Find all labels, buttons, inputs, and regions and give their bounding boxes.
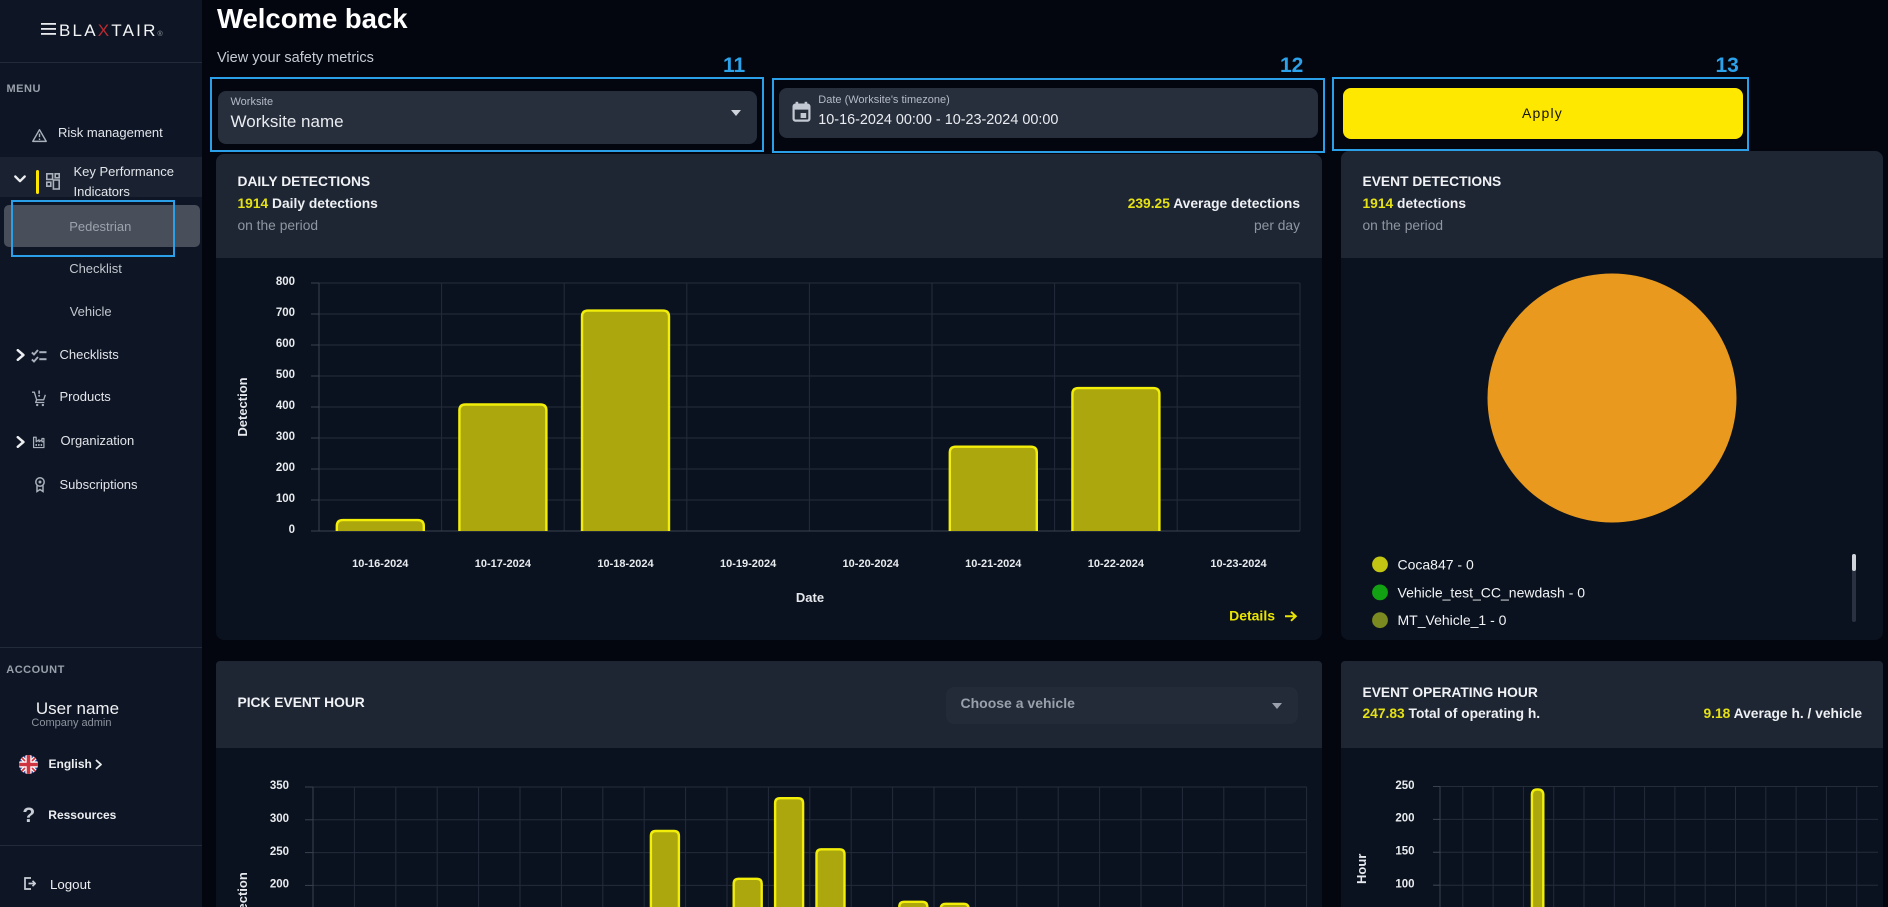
svg-text:200: 200 [270, 879, 289, 891]
svg-text:Vehicle_test_CC_newdash - 0: Vehicle_test_CC_newdash - 0 [1398, 584, 1586, 600]
svg-text:MT_Vehicle_1 - 0: MT_Vehicle_1 - 0 [1398, 612, 1507, 628]
svg-text:300: 300 [270, 813, 289, 825]
svg-text:700: 700 [276, 307, 295, 319]
svg-text:10-21-2024: 10-21-2024 [965, 558, 1022, 570]
svg-text:Hour: Hour [1354, 854, 1369, 884]
svg-text:250: 250 [270, 846, 289, 858]
svg-text:250: 250 [1395, 780, 1414, 792]
svg-text:10-17-2024: 10-17-2024 [475, 558, 532, 570]
svg-text:Detection: Detection [235, 377, 250, 436]
svg-text:10-19-2024: 10-19-2024 [720, 558, 777, 570]
svg-text:500: 500 [276, 369, 295, 381]
svg-text:200: 200 [1395, 813, 1414, 825]
svg-text:Details: Details [1229, 608, 1275, 624]
svg-text:100: 100 [1395, 879, 1414, 891]
svg-text:Coca847 - 0: Coca847 - 0 [1398, 556, 1474, 572]
svg-text:10-18-2024: 10-18-2024 [597, 558, 654, 570]
svg-text:Date: Date [796, 590, 824, 605]
svg-text:600: 600 [276, 338, 295, 350]
svg-text:Detection: Detection [235, 872, 250, 907]
svg-text:10-20-2024: 10-20-2024 [843, 558, 900, 570]
svg-text:300: 300 [276, 431, 295, 443]
svg-text:0: 0 [289, 524, 295, 536]
svg-text:400: 400 [276, 400, 295, 412]
svg-text:200: 200 [276, 462, 295, 474]
svg-text:100: 100 [276, 493, 295, 505]
svg-text:10-16-2024: 10-16-2024 [352, 558, 409, 570]
svg-text:350: 350 [270, 780, 289, 792]
svg-text:10-23-2024: 10-23-2024 [1210, 558, 1267, 570]
svg-text:10-22-2024: 10-22-2024 [1088, 558, 1145, 570]
svg-text:800: 800 [276, 276, 295, 288]
svg-text:150: 150 [1395, 846, 1414, 858]
